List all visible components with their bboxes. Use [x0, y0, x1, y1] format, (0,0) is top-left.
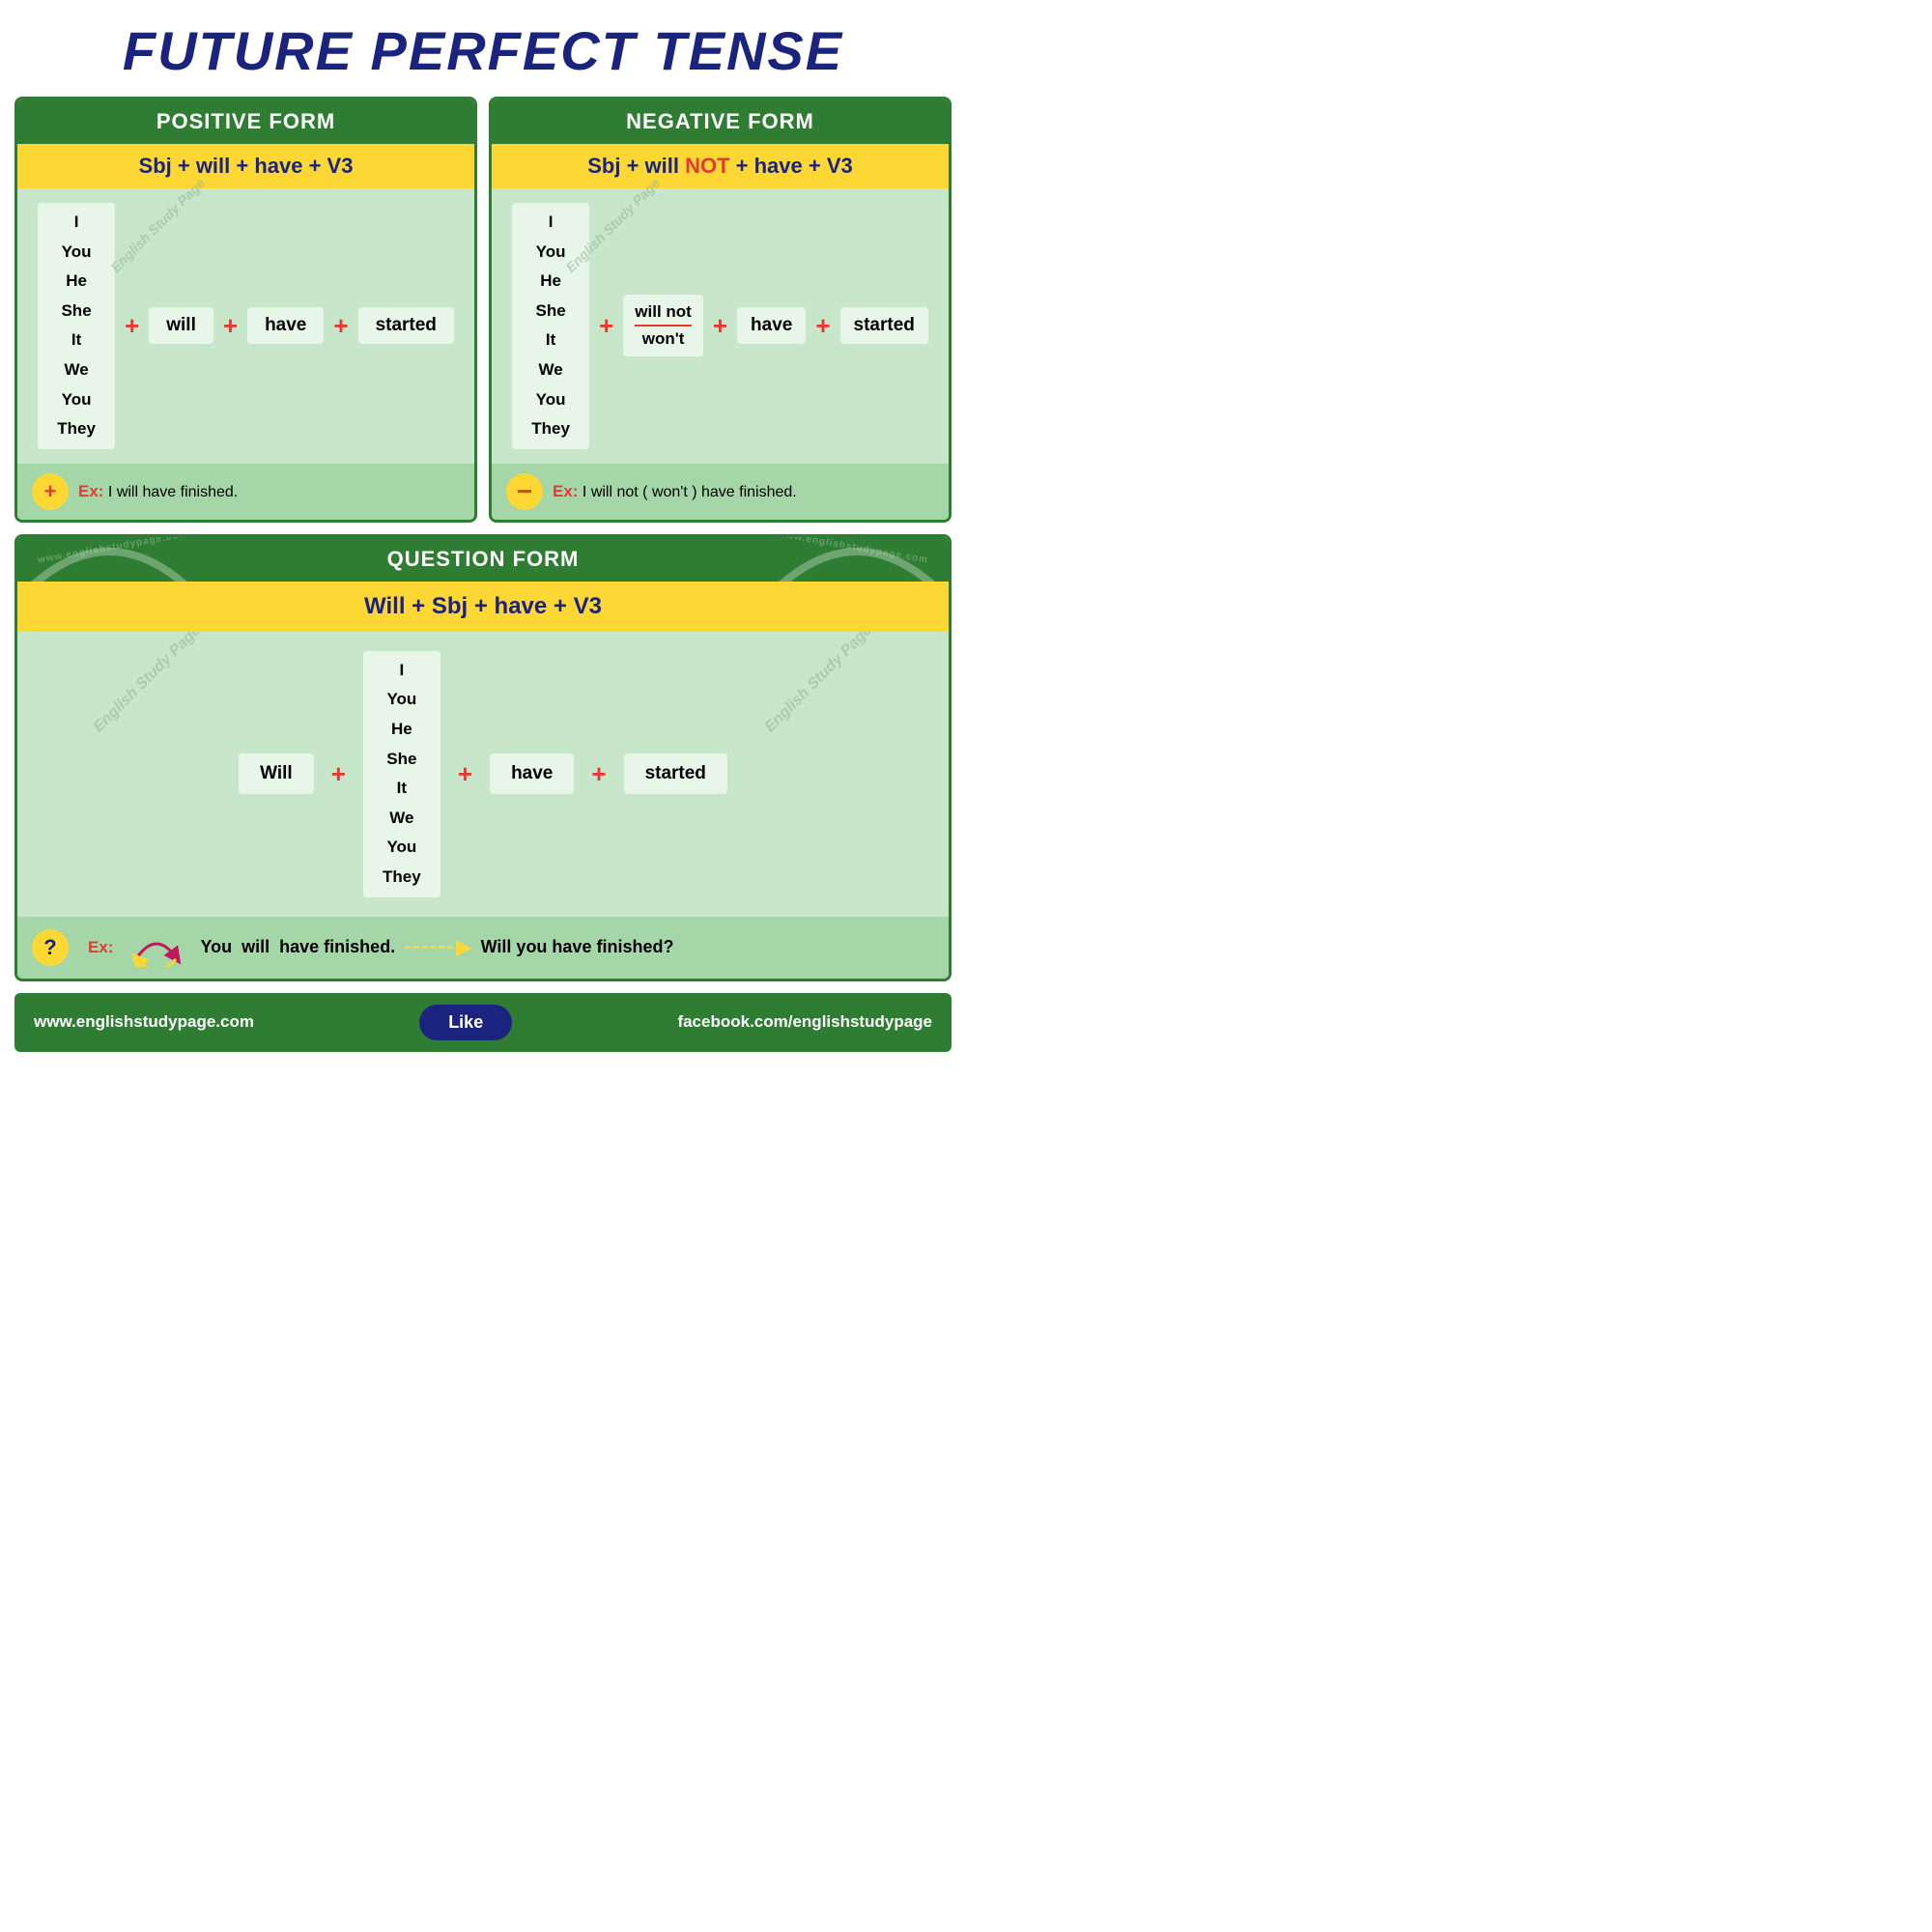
negative-content: English Study Page IYouHeSheItWeYouThey … — [492, 188, 949, 464]
question-header: www.englishstudypage.com www.englishstud… — [17, 537, 949, 582]
question-formula: Will + Sbj + have + V3 — [17, 582, 949, 632]
pos-circle-badge: + — [32, 473, 69, 510]
watermark-q2: English Study Page — [761, 622, 875, 736]
question-header-text: QUESTION FORM — [387, 547, 580, 571]
pos-example-text: Ex: I will have finished. — [78, 482, 238, 501]
q-circle-badge: ? — [32, 929, 69, 966]
negative-header: NEGATIVE FORM — [492, 99, 949, 144]
watermark-q1: English Study Page — [91, 622, 205, 736]
like-button[interactable]: Like — [419, 1005, 512, 1040]
q-plus1: + — [331, 759, 346, 789]
footer-left: www.englishstudypage.com — [34, 1012, 254, 1032]
positive-form-box: POSITIVE FORM Sbj + will + have + V3 Eng… — [14, 97, 477, 523]
negative-formula: Sbj + will NOT + have + V3 — [492, 144, 949, 188]
q-have: have — [511, 763, 553, 783]
neg-plus3: + — [815, 311, 830, 341]
will-not-block: will not won't — [635, 302, 692, 349]
q-will: Will — [260, 763, 293, 783]
positive-pronouns: IYouHeSheItWeYouThey — [47, 208, 105, 444]
pos-will: will — [166, 315, 196, 335]
positive-content: English Study Page IYouHeSheItWeYouThey … — [17, 188, 474, 464]
dashed-arrow: ▶ — [405, 935, 470, 959]
question-example-bar: ? Ex: — [17, 917, 949, 979]
negative-example-bar: − Ex: I will not ( won't ) have finished… — [492, 464, 949, 520]
page-wrapper: FUTURE PERFECT TENSE POSITIVE FORM Sbj +… — [0, 0, 966, 1066]
positive-formula: Sbj + will + have + V3 — [17, 144, 474, 188]
q-example-rest: have finished. — [279, 937, 395, 957]
neg-have: have — [751, 315, 792, 335]
q-plus2: + — [458, 759, 472, 789]
neg-circle-badge: − — [506, 473, 543, 510]
negative-pronouns: IYouHeSheItWeYouThey — [522, 208, 580, 444]
neg-plus1: + — [599, 311, 613, 341]
neg-plus2: + — [713, 311, 727, 341]
pos-have: have — [265, 315, 306, 335]
top-row: POSITIVE FORM Sbj + will + have + V3 Eng… — [14, 97, 952, 523]
watermark-pos: English Study Page — [107, 175, 208, 275]
negative-form-box: NEGATIVE FORM Sbj + will NOT + have + V3… — [489, 97, 952, 523]
main-title: FUTURE PERFECT TENSE — [14, 10, 952, 97]
question-content: English Study Page English Study Page Wi… — [17, 632, 949, 917]
q-example-will: will — [242, 937, 270, 957]
q-example-you: You — [200, 937, 232, 957]
neg-v3: started — [854, 315, 915, 335]
question-pronouns: IYouHeSheItWeYouThey — [373, 656, 431, 893]
pos-plus1: + — [125, 311, 139, 341]
pos-plus3: + — [333, 311, 348, 341]
swap-arrows-icon — [123, 928, 190, 967]
footer-right: facebook.com/englishstudypage — [677, 1012, 932, 1032]
question-form-box: www.englishstudypage.com www.englishstud… — [14, 534, 952, 981]
pos-v3: started — [376, 315, 437, 335]
q-arrow-area — [123, 928, 190, 967]
footer: www.englishstudypage.com Like facebook.c… — [14, 993, 952, 1052]
positive-header: POSITIVE FORM — [17, 99, 474, 144]
positive-example-bar: + Ex: I will have finished. — [17, 464, 474, 520]
q-example-result: Will you have finished? — [481, 937, 674, 957]
q-v3: started — [645, 763, 706, 783]
q-ex-label: Ex: — [88, 938, 113, 957]
q-plus3: + — [591, 759, 606, 789]
pos-plus2: + — [223, 311, 238, 341]
neg-example-text: Ex: I will not ( won't ) have finished. — [553, 482, 797, 501]
